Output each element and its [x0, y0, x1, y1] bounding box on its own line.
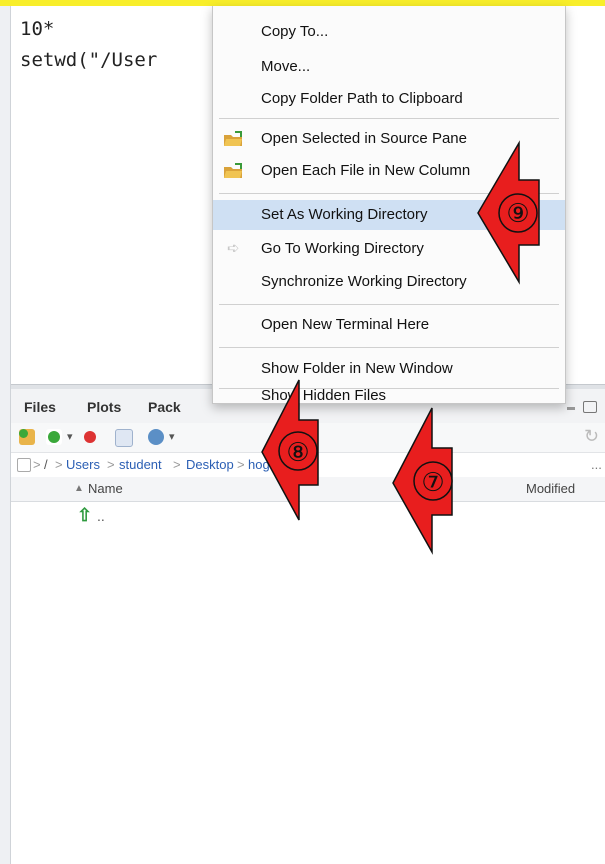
step-7-label: ⑦	[421, 468, 444, 498]
step-8-label: ⑧	[286, 438, 309, 468]
annotation-arrow-7: ⑦	[392, 407, 453, 555]
annotation-arrow-8: ⑧	[261, 379, 319, 521]
step-9-label: ⑨	[506, 199, 529, 229]
annotation-arrow-9: ⑨	[477, 140, 540, 285]
annotation-overlay: ⑨ ⑧ ⑦	[261, 140, 540, 555]
